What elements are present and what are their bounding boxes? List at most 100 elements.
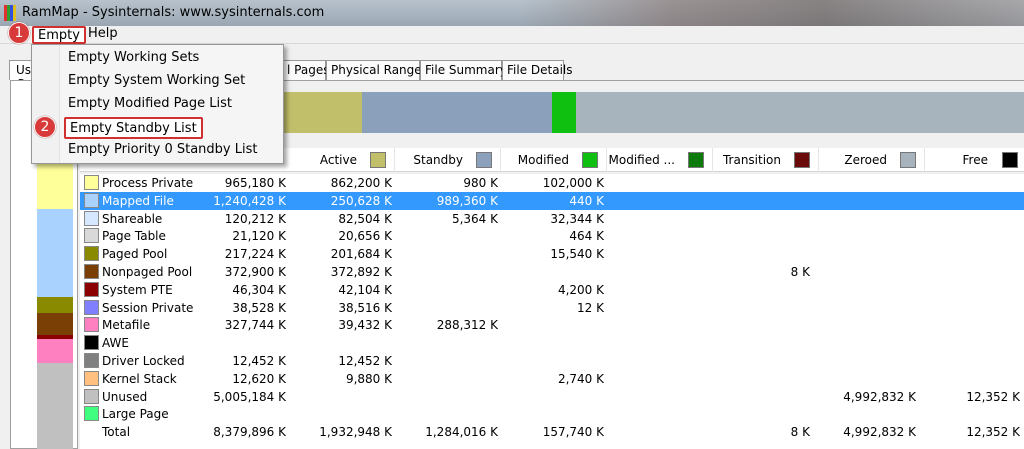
table-row[interactable]: Metafile 327,744 K 39,432 K 288,312 K (80, 316, 1024, 334)
row-color-swatch (84, 317, 99, 333)
cell-transition: 8 K (790, 265, 810, 279)
tab-file-summary[interactable]: File Summary (420, 60, 507, 80)
cell-active: 372,892 K (330, 265, 392, 279)
row-label: Large Page (102, 407, 169, 422)
menu-item-empty-system-working-set[interactable]: Empty System Working Set (66, 71, 247, 93)
cell-active: 250,628 K (330, 193, 392, 208)
table-row[interactable]: AWE (80, 334, 1024, 352)
cell-modified: 32,344 K (550, 211, 604, 226)
cell-modified: 12 K (577, 300, 604, 315)
cell-modified: 464 K (569, 229, 604, 244)
cell-active: 862,200 K (330, 176, 392, 190)
row-color-swatch (84, 299, 99, 315)
cell-standby: 980 K (463, 176, 498, 190)
column-header-standby[interactable]: Standby (395, 148, 501, 172)
row-label: Mapped File (102, 193, 174, 208)
row-label: Driver Locked (102, 354, 185, 368)
cell-total: 5,005,184 K (213, 389, 286, 404)
tab-use-counts[interactable]: Use Counts (9, 60, 33, 80)
row-label: AWE (102, 336, 129, 351)
cell-total: 372,900 K (224, 265, 286, 279)
row-label: Shareable (102, 211, 163, 226)
row-color-swatch (84, 406, 99, 422)
cell-total: 217,224 K (224, 247, 286, 262)
menu-help[interactable]: Help (84, 26, 122, 44)
usage-bar-active (282, 92, 362, 133)
cell-total: 1,240,428 K (213, 193, 286, 208)
cell-modified: 102,000 K (542, 176, 604, 190)
menu-empty[interactable]: Empty (32, 26, 86, 44)
usage-bar-standby (362, 92, 552, 133)
title-bar-background (520, 0, 1024, 26)
cell-active: 201,684 K (330, 247, 392, 262)
column-header-zeroed[interactable]: Zeroed (819, 148, 925, 172)
menu-item-empty-standby-list[interactable]: Empty Standby List (64, 117, 203, 139)
usage-bar-nonpaged-pool (37, 313, 73, 335)
usage-bar-zeroed (576, 92, 1024, 133)
table-row[interactable]: Shareable 120,212 K 82,504 K 5,364 K 32,344 … (80, 210, 1024, 228)
annotation-badge-1: 1 (8, 22, 30, 44)
menu-icon-gutter (32, 45, 60, 163)
cell-free: 12,352 K (966, 425, 1020, 440)
cell-modified: 2,740 K (557, 371, 604, 386)
tab-physical-pages[interactable]: l Pages (282, 60, 329, 80)
menu-item-empty-priority-0-standby-list[interactable]: Empty Priority 0 Standby List (66, 140, 259, 162)
column-header-active[interactable]: Active (265, 148, 395, 172)
column-header-modified-no-write[interactable]: Modified ... (607, 148, 713, 172)
cell-active: 42,104 K (338, 282, 392, 297)
cell-total: 12,452 K (232, 354, 286, 368)
window-title: RamMap - Sysinternals: www.sysinternals.… (22, 5, 325, 20)
row-label: Total (102, 425, 131, 440)
cell-active: 12,452 K (338, 354, 392, 368)
column-header-free[interactable]: Free (925, 148, 1024, 172)
row-color-swatch (84, 264, 99, 279)
table-row[interactable]: Unused 5,005,184 K 4,992,832 K 12,352 K (80, 388, 1024, 406)
usage-bar-modified (552, 92, 576, 133)
table-row[interactable]: Kernel Stack 12,620 K 9,880 K 2,740 K (80, 370, 1024, 388)
row-label: System PTE (102, 282, 173, 297)
cell-standby: 1,284,016 K (425, 425, 498, 440)
cell-total: 38,528 K (232, 300, 286, 315)
row-color-swatch (84, 246, 99, 262)
column-header-modified[interactable]: Modified (501, 148, 607, 172)
table-row[interactable]: System PTE 46,304 K 42,104 K 4,200 K (80, 281, 1024, 299)
table-row[interactable]: Process Private 965,180 K 862,200 K 980 K 10… (80, 174, 1024, 192)
empty-menu-dropdown: Empty Working Sets Empty System Working … (31, 44, 284, 164)
annotation-badge-2: 2 (34, 116, 56, 138)
row-color-swatch (84, 192, 99, 208)
table-row[interactable]: Paged Pool 217,224 K 201,684 K 15,540 K (80, 245, 1024, 263)
cell-standby: 989,360 K (436, 193, 498, 208)
row-label: Metafile (102, 318, 151, 333)
table-row[interactable]: Page Table 21,120 K 20,656 K 464 K (80, 227, 1024, 245)
cell-transition: 8 K (790, 425, 810, 440)
cell-zeroed: 4,992,832 K (843, 425, 916, 440)
tab-physical-ranges[interactable]: Physical Ranges (326, 60, 428, 80)
cell-active: 1,932,948 K (319, 425, 392, 440)
column-header-transition[interactable]: Transition (713, 148, 819, 172)
row-color-swatch (84, 353, 99, 368)
cell-modified: 440 K (569, 193, 604, 208)
table-row[interactable]: Nonpaged Pool 372,900 K 372,892 K 8 K (80, 263, 1024, 281)
free-swatch (1002, 152, 1018, 168)
tab-file-details[interactable]: File Details (502, 60, 573, 80)
table-row[interactable]: Driver Locked 12,452 K 12,452 K (80, 352, 1024, 370)
cell-standby: 5,364 K (451, 211, 498, 226)
cell-total: 965,180 K (224, 176, 286, 190)
table-row[interactable]: Mapped File 1,240,428 K 250,628 K 989,360 K… (80, 191, 1024, 210)
usage-bar-mapped-file (37, 209, 73, 297)
table-row[interactable]: Large Page (80, 405, 1024, 423)
table-row[interactable]: Total 8,379,896 K 1,932,948 K 1,284,016 K 15… (80, 423, 1024, 441)
cell-active: 39,432 K (338, 318, 392, 333)
row-label: Kernel Stack (102, 371, 177, 386)
menu-item-empty-working-sets[interactable]: Empty Working Sets (66, 48, 201, 70)
usage-bar-metafile (37, 339, 73, 363)
cell-total: 21,120 K (232, 229, 286, 244)
cell-modified: 4,200 K (557, 282, 604, 297)
row-color-swatch (84, 281, 99, 297)
table-row[interactable]: Session Private 38,528 K 38,516 K 12 K (80, 299, 1024, 317)
row-label: Paged Pool (102, 247, 168, 262)
menu-item-empty-modified-page-list[interactable]: Empty Modified Page List (66, 94, 234, 116)
usage-bar-unused (37, 363, 73, 449)
standby-swatch (476, 152, 492, 168)
row-label: Page Table (102, 229, 166, 244)
